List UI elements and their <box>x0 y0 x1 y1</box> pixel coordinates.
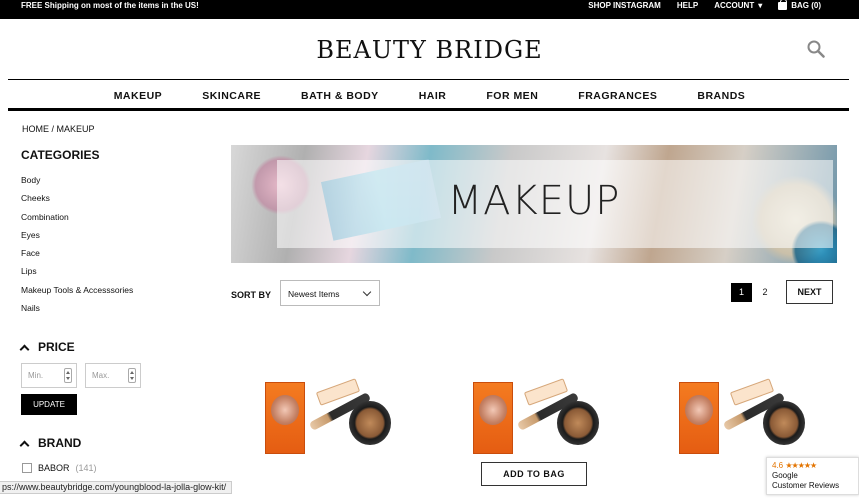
product-compact <box>349 401 391 445</box>
brand-filter-babor[interactable]: BABOR (141) <box>22 463 97 473</box>
category-eyes[interactable]: Eyes <box>21 230 133 249</box>
google-review-badge[interactable]: 4.6 ★★★★★ Google Customer Reviews <box>766 457 859 495</box>
customer-reviews-label: Customer Reviews <box>772 481 840 490</box>
price-heading: PRICE <box>38 340 75 354</box>
brand-name: BABOR <box>38 463 70 473</box>
review-rating: 4.6 <box>772 461 784 470</box>
category-body[interactable]: Body <box>21 175 133 194</box>
category-makeup-tools[interactable]: Makeup Tools & Accesssories <box>21 285 133 304</box>
chevron-down-icon: ▾ <box>758 1 763 10</box>
product-compact <box>763 401 805 445</box>
google-label: Google <box>772 471 798 480</box>
star-icon: ★★★★★ <box>785 461 817 470</box>
nav-item-for-men[interactable]: FOR MEN <box>486 90 538 102</box>
nav-item-fragrances[interactable]: FRAGRANCES <box>578 90 657 102</box>
category-list: Body Cheeks Combination Eyes Face Lips M… <box>21 175 133 322</box>
price-max-input[interactable]: Max. <box>85 363 141 388</box>
chevron-up-icon <box>19 440 30 450</box>
sort-select[interactable]: Newest Items <box>280 280 380 306</box>
price-min-input[interactable]: Min. <box>21 363 77 388</box>
nav-item-bath-body[interactable]: BATH & BODY <box>301 90 379 102</box>
sort-by-label: SORT BY <box>231 290 272 300</box>
chevron-down-icon <box>362 287 372 297</box>
checkbox[interactable] <box>22 463 32 473</box>
page-2-button[interactable]: 2 <box>756 283 774 302</box>
account-menu[interactable]: ACCOUNT ▾ <box>714 0 762 11</box>
product-compact <box>557 401 599 445</box>
category-lips[interactable]: Lips <box>21 267 133 285</box>
product-card-image[interactable] <box>265 377 395 457</box>
category-combination[interactable]: Combination <box>21 212 133 231</box>
product-card-image[interactable] <box>679 377 809 457</box>
brand-section-toggle[interactable]: BRAND <box>19 436 82 450</box>
main-nav: MAKEUP SKINCARE BATH & BODY HAIR FOR MEN… <box>0 90 859 102</box>
add-to-bag-button[interactable]: ADD TO BAG <box>481 462 587 486</box>
sort-value: Newest Items <box>288 289 340 299</box>
nav-divider-top <box>8 79 849 80</box>
page-1-button[interactable]: 1 <box>731 283 752 302</box>
shop-instagram-link[interactable]: SHOP INSTAGRAM <box>588 0 661 11</box>
chevron-up-icon <box>19 344 30 354</box>
help-link[interactable]: HELP <box>677 0 698 11</box>
product-box <box>473 382 513 454</box>
shipping-promo: FREE Shipping on most of the items in th… <box>21 1 199 10</box>
account-label: ACCOUNT <box>714 1 755 10</box>
spinner-icon[interactable] <box>128 368 136 383</box>
category-banner: MAKEUP <box>231 145 837 263</box>
product-box <box>679 382 719 454</box>
categories-heading: CATEGORIES <box>21 148 100 162</box>
nav-divider-bottom <box>8 108 849 111</box>
price-min-placeholder: Min. <box>28 371 44 380</box>
category-nails[interactable]: Nails <box>21 304 133 322</box>
bag-icon <box>778 0 788 10</box>
price-max-placeholder: Max. <box>92 371 110 380</box>
bag-label: BAG (0) <box>791 1 821 10</box>
bag-link[interactable]: BAG (0) <box>778 0 821 11</box>
brand-count: (141) <box>75 463 97 473</box>
banner-title: MAKEUP <box>447 178 621 224</box>
top-links: SHOP INSTAGRAM HELP ACCOUNT ▾ BAG (0) <box>588 0 821 11</box>
top-bar: FREE Shipping on most of the items in th… <box>0 0 859 19</box>
site-logo[interactable]: BEAUTY BRIDGE <box>0 36 859 64</box>
next-page-button[interactable]: NEXT <box>786 280 833 304</box>
update-button[interactable]: UPDATE <box>21 394 77 415</box>
search-icon[interactable] <box>807 40 825 58</box>
price-section-toggle[interactable]: PRICE <box>19 340 75 354</box>
product-box <box>265 382 305 454</box>
brand-heading: BRAND <box>38 436 82 450</box>
category-face[interactable]: Face <box>21 249 133 267</box>
nav-item-makeup[interactable]: MAKEUP <box>114 90 163 102</box>
nav-item-brands[interactable]: BRANDS <box>697 90 745 102</box>
nav-item-hair[interactable]: HAIR <box>419 90 447 102</box>
nav-item-skincare[interactable]: SKINCARE <box>202 90 261 102</box>
status-bar-url: ps://www.beautybridge.com/youngblood-la-… <box>0 481 233 494</box>
breadcrumb[interactable]: HOME / MAKEUP <box>22 124 95 134</box>
category-cheeks[interactable]: Cheeks <box>21 194 133 212</box>
product-card-image[interactable] <box>473 377 603 457</box>
spinner-icon[interactable] <box>64 368 72 383</box>
